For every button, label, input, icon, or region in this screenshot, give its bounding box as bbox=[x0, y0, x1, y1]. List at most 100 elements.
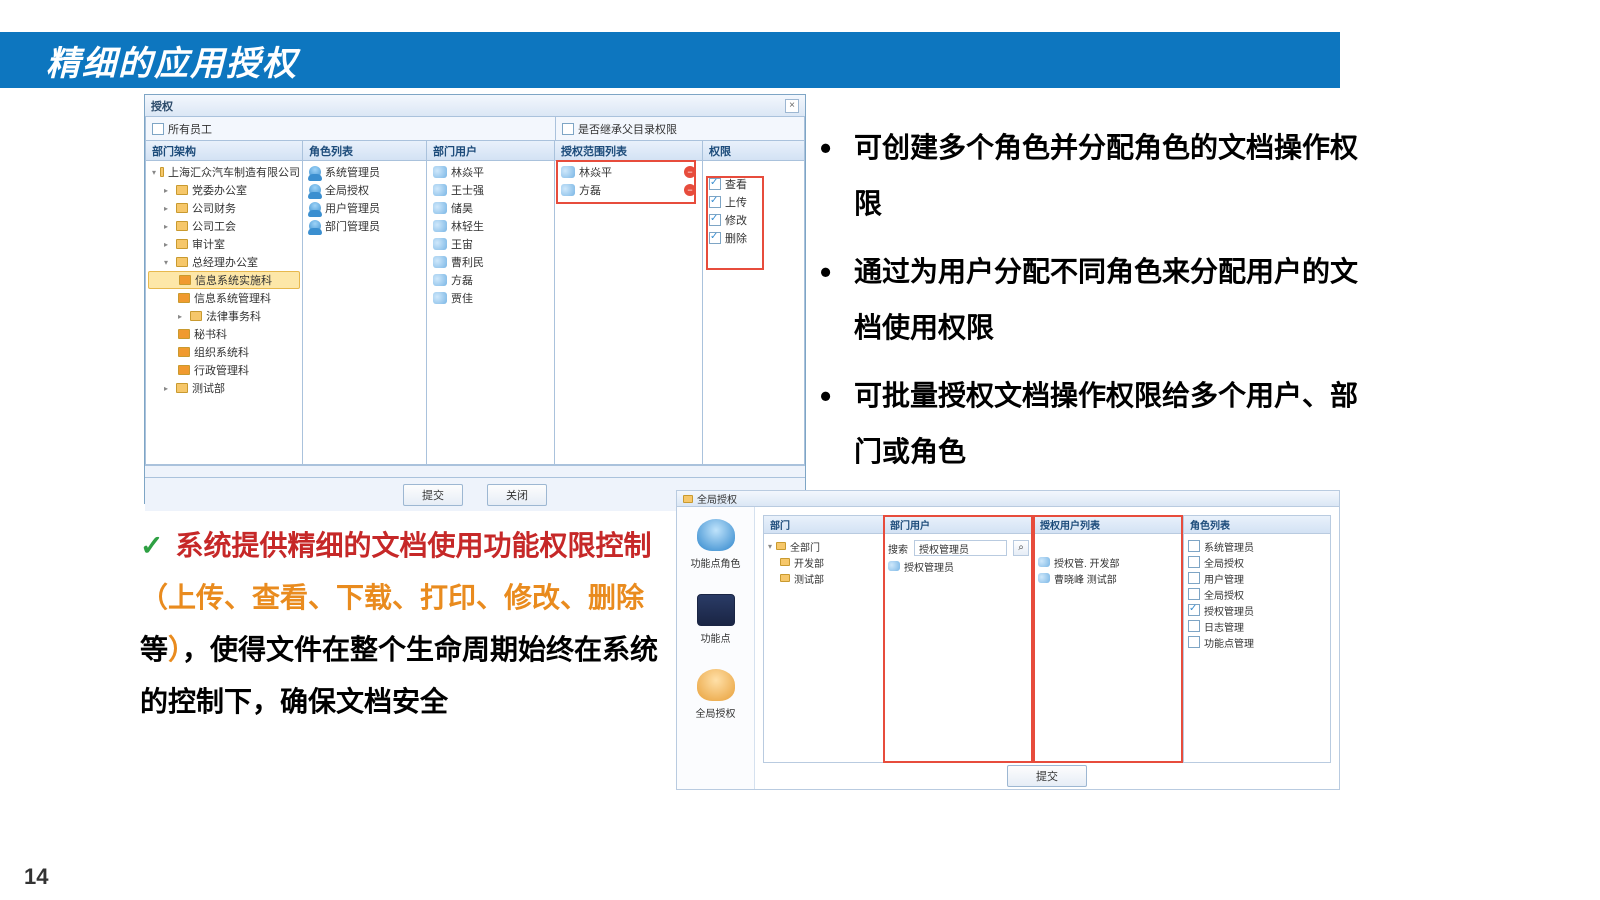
user-item[interactable]: 王宙 bbox=[429, 235, 552, 253]
role-checkbox[interactable] bbox=[1188, 636, 1200, 648]
horizontal-scrollbar[interactable] bbox=[145, 465, 805, 477]
pane-perm: 权限 查看 上传 修改 删除 bbox=[703, 141, 805, 465]
close-button[interactable]: 关闭 bbox=[487, 484, 547, 506]
tree-node[interactable]: ▸党委办公室 bbox=[148, 181, 300, 199]
role-check-item[interactable]: 日志管理 bbox=[1188, 618, 1326, 634]
person-icon bbox=[433, 256, 447, 268]
role-item[interactable]: 系统管理员 bbox=[305, 163, 424, 181]
sidebar-item-global[interactable]: 全局授权 bbox=[696, 669, 736, 720]
submit-button[interactable]: 提交 bbox=[403, 484, 463, 506]
user-item[interactable]: 授权管理员 bbox=[888, 558, 1029, 574]
bullet-item: 通过为用户分配不同角色来分配用户的文档使用权限 bbox=[820, 244, 1360, 356]
role-item[interactable]: 全局授权 bbox=[305, 181, 424, 199]
remove-icon[interactable]: − bbox=[684, 166, 696, 178]
tree-node[interactable]: ▸公司工会 bbox=[148, 217, 300, 235]
page-number: 14 bbox=[24, 864, 48, 890]
close-icon[interactable]: × bbox=[785, 99, 799, 113]
auth-user-item[interactable]: 曹晓峰 测试部 bbox=[1038, 570, 1179, 586]
pane-roles-header: 角色列表 bbox=[303, 141, 426, 161]
all-employees-checkbox[interactable] bbox=[152, 123, 164, 135]
role-checkbox[interactable] bbox=[1188, 604, 1200, 616]
remove-icon[interactable]: − bbox=[684, 184, 696, 196]
sec-pane-dept-header: 部门 bbox=[764, 516, 883, 534]
inherit-checkbox[interactable] bbox=[562, 123, 574, 135]
authorization-dialog: 授权 × 所有员工 是否继承父目录权限 部门架构 ▾上海汇众汽车制造有限公司 ▸… bbox=[144, 94, 806, 504]
perm-item[interactable]: 修改 bbox=[705, 211, 802, 229]
scope-item[interactable]: 林焱平 − bbox=[557, 163, 700, 181]
user-item[interactable]: 曹利民 bbox=[429, 253, 552, 271]
role-check-item[interactable]: 用户管理 bbox=[1188, 570, 1326, 586]
bullet-item: 可批量授权文档操作权限给多个用户、部门或角色 bbox=[820, 368, 1360, 480]
window-icon bbox=[683, 495, 693, 503]
tree-node-selected[interactable]: 信息系统实施科 bbox=[148, 271, 300, 289]
tree-node[interactable]: ▸法律事务科 bbox=[148, 307, 300, 325]
sec-pane-dept: 部门 ▾全部门 开发部 测试部 bbox=[763, 515, 883, 763]
perm-item[interactable]: 上传 bbox=[705, 193, 802, 211]
user-item[interactable]: 方磊 bbox=[429, 271, 552, 289]
perm-checkbox[interactable] bbox=[709, 214, 721, 226]
sidebar-item-role[interactable]: 功能点角色 bbox=[691, 519, 741, 570]
role-check-item[interactable]: 全局授权 bbox=[1188, 554, 1326, 570]
user-item[interactable]: 贾佳 bbox=[429, 289, 552, 307]
role-check-item[interactable]: 系统管理员 bbox=[1188, 538, 1326, 554]
person-icon bbox=[433, 238, 447, 250]
tree-node[interactable]: ▾总经理办公室 bbox=[148, 253, 300, 271]
tree-node[interactable]: ▸测试部 bbox=[148, 379, 300, 397]
pane-dept-header: 部门架构 bbox=[146, 141, 302, 161]
tree-node[interactable]: 信息系统管理科 bbox=[148, 289, 300, 307]
sec-submit-button[interactable]: 提交 bbox=[1007, 765, 1087, 787]
bullet-list: 可创建多个角色并分配角色的文档操作权限 通过为用户分配不同角色来分配用户的文档使… bbox=[820, 120, 1360, 492]
tree-node[interactable]: ▸公司财务 bbox=[148, 199, 300, 217]
user-icon bbox=[697, 519, 735, 551]
tree-node[interactable]: 组织系统科 bbox=[148, 343, 300, 361]
sec-sidebar: 功能点角色 功能点 全局授权 bbox=[677, 507, 755, 789]
role-item[interactable]: 部门管理员 bbox=[305, 217, 424, 235]
user-item[interactable]: 林轻生 bbox=[429, 217, 552, 235]
role-checkbox[interactable] bbox=[1188, 620, 1200, 632]
pane-dept: 部门架构 ▾上海汇众汽车制造有限公司 ▸党委办公室 ▸公司财务 ▸公司工会 ▸审… bbox=[145, 141, 303, 465]
role-check-item[interactable]: 授权管理员 bbox=[1188, 602, 1326, 618]
person-icon bbox=[433, 292, 447, 304]
tree-node[interactable]: 行政管理科 bbox=[148, 361, 300, 379]
role-checkbox[interactable] bbox=[1188, 556, 1200, 568]
perm-checkbox[interactable] bbox=[709, 178, 721, 190]
bullet-item: 可创建多个角色并分配角色的文档操作权限 bbox=[820, 120, 1360, 232]
perm-checkbox[interactable] bbox=[709, 232, 721, 244]
tree-node[interactable]: ▸审计室 bbox=[148, 235, 300, 253]
sec-pane-users-header: 部门用户 bbox=[884, 516, 1033, 534]
role-check-item[interactable]: 全局授权 bbox=[1188, 586, 1326, 602]
search-button[interactable]: ⌕ bbox=[1013, 540, 1029, 556]
person-icon bbox=[1038, 557, 1050, 567]
perm-item[interactable]: 查看 bbox=[705, 175, 802, 193]
person-icon bbox=[888, 561, 900, 571]
role-checkbox[interactable] bbox=[1188, 540, 1200, 552]
tree-node[interactable]: 开发部 bbox=[768, 554, 879, 570]
user-item[interactable]: 王士强 bbox=[429, 181, 552, 199]
search-label: 搜索 bbox=[888, 541, 908, 556]
role-checkbox[interactable] bbox=[1188, 588, 1200, 600]
search-row: 搜索 授权管理员 ⌕ bbox=[888, 538, 1029, 558]
user-item[interactable]: 林焱平 bbox=[429, 163, 552, 181]
person-icon bbox=[433, 166, 447, 178]
scope-item[interactable]: 方磊 − bbox=[557, 181, 700, 199]
tree-root[interactable]: ▾上海汇众汽车制造有限公司 bbox=[148, 163, 300, 181]
tree-node[interactable]: 秘书科 bbox=[148, 325, 300, 343]
person-icon bbox=[433, 184, 447, 196]
role-check-item[interactable]: 功能点管理 bbox=[1188, 634, 1326, 650]
user-item[interactable]: 储昊 bbox=[429, 199, 552, 217]
role-item[interactable]: 用户管理员 bbox=[305, 199, 424, 217]
inherit-label: 是否继承父目录权限 bbox=[578, 121, 677, 137]
pane-users: 部门用户 林焱平 王士强 储昊 林轻生 王宙 曹利民 方磊 贾佳 bbox=[427, 141, 555, 465]
perm-checkbox[interactable] bbox=[709, 196, 721, 208]
tree-node[interactable]: 测试部 bbox=[768, 570, 879, 586]
sec-titlebar: 全局授权 bbox=[677, 491, 1339, 507]
auth-user-item[interactable]: 授权管. 开发部 bbox=[1038, 554, 1179, 570]
sidebar-item-feature[interactable]: 功能点 bbox=[697, 594, 735, 645]
user-icon bbox=[309, 166, 321, 178]
role-checkbox[interactable] bbox=[1188, 572, 1200, 584]
search-input[interactable]: 授权管理员 bbox=[914, 540, 1007, 556]
perm-item[interactable]: 删除 bbox=[705, 229, 802, 247]
tree-node[interactable]: ▾全部门 bbox=[768, 538, 879, 554]
user-gold-icon bbox=[697, 669, 735, 701]
sec-pane-users: 部门用户 搜索 授权管理员 ⌕ 授权管理员 bbox=[883, 515, 1033, 763]
